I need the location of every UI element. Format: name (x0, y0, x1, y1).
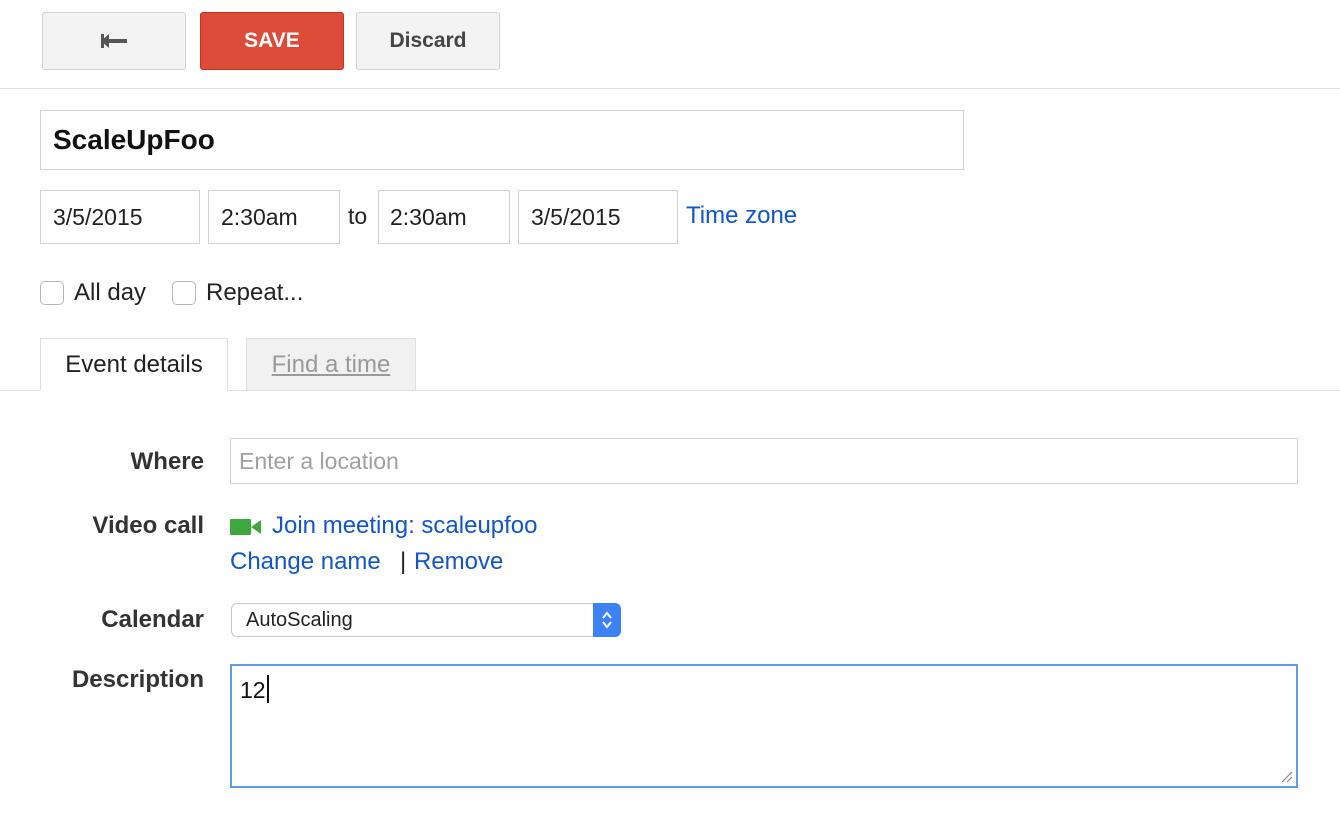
toolbar-divider (0, 88, 1340, 89)
join-meeting-link[interactable]: Join meeting: scaleupfoo (272, 512, 538, 540)
video-camera-icon (230, 519, 261, 535)
calendar-select-value: AutoScaling (246, 608, 353, 631)
tab-find-a-time[interactable]: Find a time (246, 338, 416, 391)
text-caret (266, 675, 269, 703)
start-date-input[interactable]: 3/5/2015 (40, 190, 200, 244)
calendar-label: Calendar (101, 606, 204, 633)
save-button[interactable]: SAVE (200, 12, 344, 70)
back-arrow-icon (101, 34, 127, 48)
select-arrows-icon (593, 603, 621, 637)
timezone-link[interactable]: Time zone (686, 202, 797, 230)
calendar-select[interactable]: AutoScaling (231, 603, 621, 637)
description-label: Description (71, 666, 204, 693)
change-name-link[interactable]: Change name (230, 548, 381, 576)
description-text: 12 (240, 677, 266, 703)
end-time-input[interactable]: 2:30am (378, 190, 510, 244)
all-day-label[interactable]: All day (74, 279, 146, 307)
where-label: Where (130, 448, 204, 475)
description-textarea[interactable]: 12 (230, 664, 1298, 788)
resize-grip-icon[interactable] (1279, 769, 1293, 783)
link-separator: | (400, 548, 407, 575)
event-title-input[interactable]: ScaleUpFoo (40, 110, 964, 170)
remove-link[interactable]: Remove (414, 548, 503, 576)
to-label: to (348, 203, 368, 229)
repeat-label[interactable]: Repeat... (206, 279, 303, 307)
location-input[interactable]: Enter a location (230, 438, 1298, 484)
video-call-label: Video call (92, 512, 204, 539)
all-day-checkbox[interactable] (40, 281, 64, 305)
back-button[interactable] (42, 12, 186, 70)
start-time-input[interactable]: 2:30am (208, 190, 340, 244)
end-date-input[interactable]: 3/5/2015 (518, 190, 678, 244)
discard-button[interactable]: Discard (356, 12, 500, 70)
tab-event-details[interactable]: Event details (40, 338, 228, 391)
repeat-checkbox[interactable] (172, 281, 196, 305)
